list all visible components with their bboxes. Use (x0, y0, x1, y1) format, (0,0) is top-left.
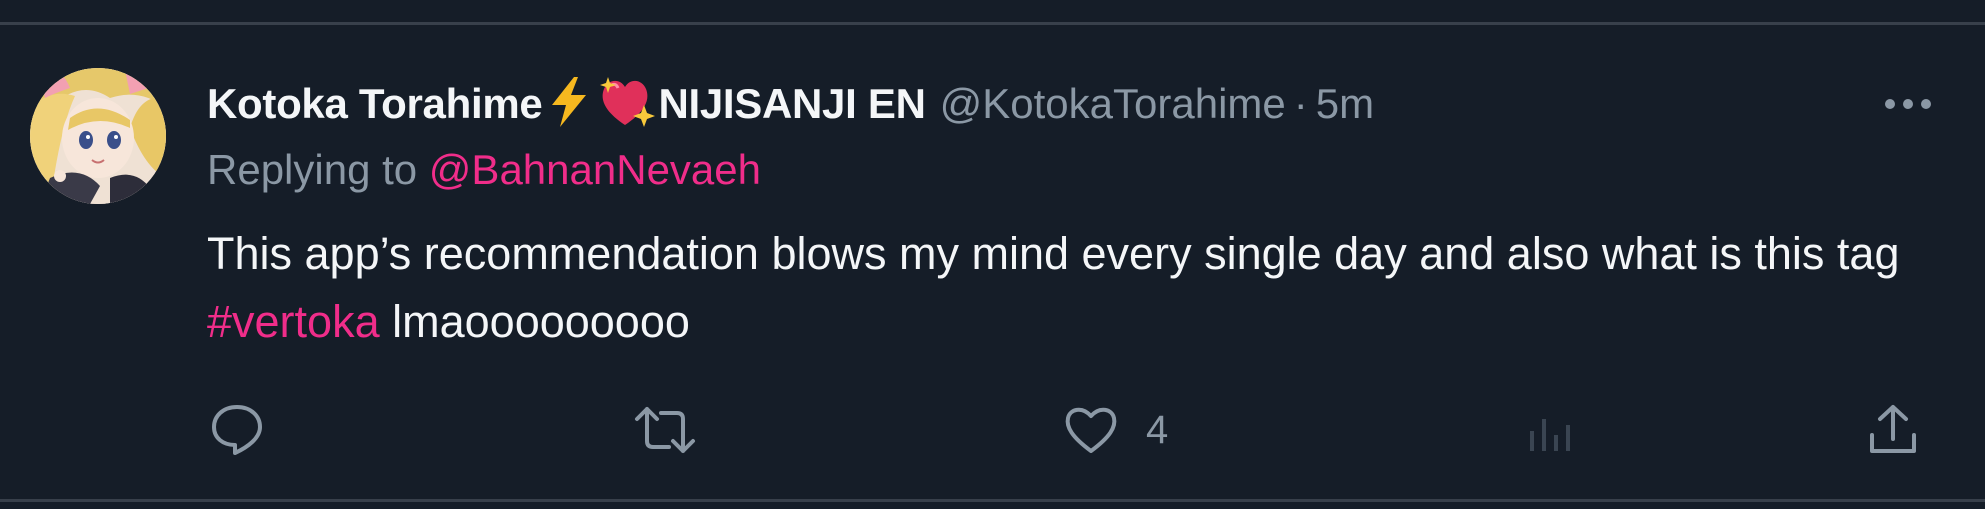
action-bar: 4 (0, 400, 1985, 460)
separator-dot: · (1293, 80, 1308, 127)
more-options-button[interactable] (1880, 84, 1936, 124)
like-button[interactable]: 4 (1062, 400, 1168, 460)
views-icon (1530, 419, 1570, 451)
tweet-card[interactable]: Kotoka Torahime NIJISANJI EN @KotokaTora… (0, 0, 1985, 509)
reply-icon (212, 405, 262, 455)
share-button[interactable] (1866, 400, 1920, 460)
display-name[interactable]: Kotoka Torahime (207, 80, 543, 128)
replying-to-label: Replying to (207, 146, 418, 193)
lightning-emoji-icon (544, 75, 594, 134)
reply-mention-link[interactable]: @BahnanNevaeh (429, 146, 761, 193)
tweet-text: This app’s recommendation blows my mind … (207, 220, 1937, 356)
display-name-suffix[interactable]: NIJISANJI EN (658, 80, 925, 128)
tweet-text-part2: lmaooooooooo (392, 296, 690, 347)
more-dots-icon (1885, 99, 1931, 109)
timestamp[interactable]: 5m (1316, 80, 1374, 128)
hashtag-link[interactable]: #vertoka (207, 296, 380, 347)
sparkling-heart-emoji-icon (598, 75, 656, 134)
reply-button[interactable] (208, 400, 266, 460)
divider-bottom (0, 499, 1985, 502)
views-button[interactable] (1526, 400, 1576, 460)
replying-to: Replying to @BahnanNevaeh (207, 146, 761, 194)
share-icon (1870, 405, 1916, 453)
retweet-icon (635, 407, 695, 453)
avatar[interactable] (30, 68, 166, 204)
retweet-button[interactable] (633, 400, 697, 460)
tweet-header: Kotoka Torahime NIJISANJI EN @KotokaTora… (207, 74, 1374, 134)
tweet-text-part1: This app’s recommendation blows my mind … (207, 228, 1900, 279)
heart-icon (1065, 407, 1117, 453)
like-count: 4 (1146, 407, 1169, 452)
divider-top (0, 22, 1985, 25)
user-handle[interactable]: @KotokaTorahime (940, 80, 1286, 128)
